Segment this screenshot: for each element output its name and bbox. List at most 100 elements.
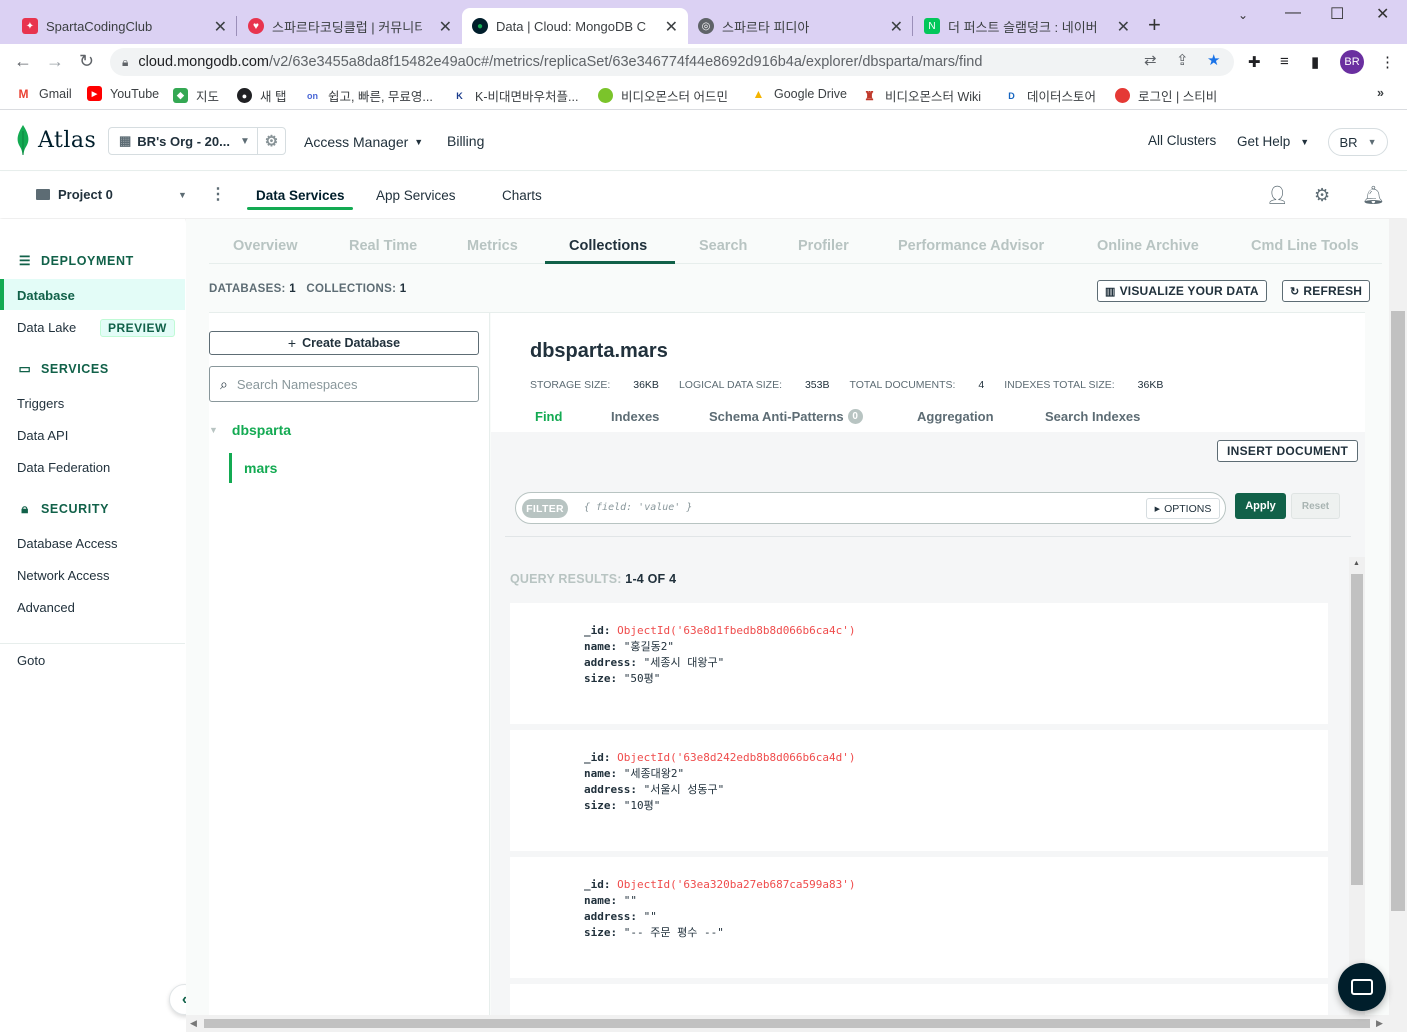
tab-profiler[interactable]: Profiler <box>798 238 849 254</box>
tab-performance-advisor[interactable]: Performance Advisor <box>898 238 1044 254</box>
invite-user-icon[interactable]: 👤︎ <box>1266 185 1289 206</box>
sidebar-item-database[interactable]: Database <box>17 288 75 303</box>
maximize-icon[interactable]: ☐ <box>1330 4 1344 24</box>
bookmark-onoff[interactable]: on 쉽고, 빠른, 무료영... <box>305 86 433 105</box>
share-icon[interactable]: ⇪ <box>1176 51 1189 69</box>
tab-real-time[interactable]: Real Time <box>349 238 417 254</box>
subtab-indexes[interactable]: Indexes <box>611 409 659 424</box>
tab-online-archive[interactable]: Online Archive <box>1097 238 1199 254</box>
extensions-puzzle-icon[interactable]: ✚ <box>1248 53 1261 71</box>
horizontal-scrollbar-thumb[interactable] <box>204 1019 1370 1028</box>
page-scrollbar-thumb[interactable] <box>1391 311 1405 911</box>
document-card[interactable]: _id: ObjectId('63e8d242edb8b8d066b6ca4d'… <box>510 730 1328 851</box>
window-close-icon[interactable]: ✕ <box>1376 4 1389 24</box>
bookmark-new-tab[interactable]: ● 새 탭 <box>237 86 286 105</box>
tab-data-services[interactable]: Data Services <box>256 188 345 203</box>
bookmark-google-drive[interactable]: ▲ Google Drive <box>751 86 847 101</box>
minimize-icon[interactable]: — <box>1285 4 1301 22</box>
new-tab-icon[interactable]: + <box>1148 12 1161 38</box>
insert-document-button[interactable]: INSERT DOCUMENT <box>1217 440 1359 462</box>
document-card[interactable]: _id: ObjectId('63e8d1fbedb8b8d066b6ca4c'… <box>510 603 1328 724</box>
back-arrow-icon[interactable]: ← <box>14 51 32 72</box>
translate-icon[interactable]: ⇄ <box>1144 51 1157 69</box>
browser-tab-naver[interactable]: N 더 퍼스트 슬램덩크 : 네이버 ✕ <box>914 8 1140 44</box>
activity-feed-icon[interactable]: ⚙ <box>1314 185 1330 206</box>
org-selector[interactable]: ▦ BR's Org - 20... ▼ ⚙ <box>108 127 286 155</box>
bookmark-star-icon[interactable]: ★ <box>1207 51 1220 69</box>
sidebar-item-data-api[interactable]: Data API <box>17 428 68 443</box>
bookmark-kvoucher[interactable]: K K-비대면바우처플... <box>452 86 578 105</box>
close-tab-icon[interactable]: ✕ <box>214 17 227 37</box>
project-selector[interactable]: Project 0 <box>36 187 113 202</box>
browser-tab-pedia[interactable]: ◎ 스파르타 피디아 ✕ <box>688 8 913 44</box>
media-queue-icon[interactable]: ≡ <box>1280 53 1289 70</box>
tab-overview[interactable]: Overview <box>233 238 298 254</box>
close-tab-icon[interactable]: ✕ <box>665 17 678 37</box>
project-more-icon[interactable]: ⋮ <box>210 184 226 204</box>
subtab-schema-anti-patterns[interactable]: Schema Anti-Patterns 0 <box>709 409 863 424</box>
results-scrollbar-thumb[interactable] <box>1351 574 1363 885</box>
sidebar-item-network-access[interactable]: Network Access <box>17 568 109 583</box>
all-clusters-link[interactable]: All Clusters <box>1148 133 1216 148</box>
sidebar-item-advanced[interactable]: Advanced <box>17 600 75 615</box>
refresh-button[interactable]: ↻ REFRESH <box>1282 280 1371 302</box>
chevron-down-icon[interactable]: ▼ <box>178 190 187 200</box>
subtab-aggregation[interactable]: Aggregation <box>917 409 994 424</box>
scroll-up-icon[interactable]: ▲ <box>1353 560 1360 567</box>
side-panel-icon[interactable]: ▮ <box>1311 53 1319 71</box>
tab-cmd-line-tools[interactable]: Cmd Line Tools <box>1251 238 1359 254</box>
options-button[interactable]: ▶ OPTIONS <box>1146 498 1220 519</box>
search-namespaces-input[interactable]: ⌕ Search Namespaces <box>209 366 479 402</box>
bookmark-gmail[interactable]: M Gmail <box>16 86 72 101</box>
horizontal-scrollbar[interactable]: ◀ ▶ <box>186 1015 1389 1032</box>
database-tree-item[interactable]: ▼ dbsparta <box>209 422 291 438</box>
bookmark-maps[interactable]: ◆ 지도 <box>173 86 219 105</box>
atlas-logo[interactable]: Atlas <box>16 125 96 155</box>
notifications-bell-icon[interactable]: 🔔︎ <box>1362 185 1385 206</box>
results-scrollbar[interactable]: ▲ ▼ <box>1349 557 1365 1032</box>
browser-tab-sparta[interactable]: ✦ SpartaCodingClub ✕ <box>12 8 237 44</box>
sidebar-item-triggers[interactable]: Triggers <box>17 396 64 411</box>
browser-menu-icon[interactable]: ⋮ <box>1380 53 1395 71</box>
visualize-data-button[interactable]: ▥ VISUALIZE YOUR DATA <box>1097 280 1267 302</box>
tab-app-services[interactable]: App Services <box>376 188 456 203</box>
sidebar-item-data-lake[interactable]: Data Lake <box>17 320 76 335</box>
org-settings-gear-icon[interactable]: ⚙ <box>257 128 285 154</box>
tab-metrics[interactable]: Metrics <box>467 238 518 254</box>
page-scrollbar[interactable] <box>1389 219 1407 1032</box>
bookmark-datastore[interactable]: D 데이터스토어 <box>1004 86 1096 105</box>
bookmark-vm-admin[interactable]: 비디오몬스터 어드민 <box>598 86 728 105</box>
sidebar-item-goto[interactable]: Goto <box>17 653 45 668</box>
reset-button[interactable]: Reset <box>1291 493 1340 519</box>
browser-tab-community[interactable]: ♥ 스파르타코딩클럽 | 커뮤니티 ✕ <box>238 8 462 44</box>
bookmark-stibee[interactable]: 로그인 | 스티비 <box>1115 86 1217 105</box>
reload-icon[interactable]: ↻ <box>79 51 94 72</box>
filter-input[interactable]: { field: 'value' } <box>584 502 692 513</box>
tab-search[interactable]: Search <box>699 238 747 254</box>
bookmark-vm-wiki[interactable]: ♜ 비디오몬스터 Wiki <box>862 86 981 105</box>
subtab-search-indexes[interactable]: Search Indexes <box>1045 409 1140 424</box>
tab-collections[interactable]: Collections <box>569 238 647 254</box>
apply-button[interactable]: Apply <box>1235 493 1286 519</box>
url-bar[interactable]: 🔒︎ cloud.mongodb.com/v2/63e3455a8da8f154… <box>110 48 1234 76</box>
browser-tab-mongodb[interactable]: ● Data | Cloud: MongoDB Cloud ✕ <box>462 8 688 44</box>
scroll-right-icon[interactable]: ▶ <box>1376 1018 1383 1029</box>
more-bookmarks-icon[interactable]: » <box>1377 86 1384 100</box>
tab-charts[interactable]: Charts <box>502 188 542 203</box>
forward-arrow-icon[interactable]: → <box>46 51 64 72</box>
collection-tree-item[interactable]: mars <box>244 460 277 476</box>
document-card[interactable]: _id: ObjectId('63ea320ba27eb687ca599a83'… <box>510 857 1328 978</box>
subtab-find[interactable]: Find <box>535 409 562 424</box>
get-help-menu[interactable]: Get Help ▼ <box>1237 134 1309 149</box>
create-database-button[interactable]: + Create Database <box>209 331 479 355</box>
access-manager-menu[interactable]: Access Manager ▼ <box>304 134 423 150</box>
scroll-left-icon[interactable]: ◀ <box>190 1018 197 1029</box>
close-tab-icon[interactable]: ✕ <box>1117 17 1130 37</box>
profile-avatar[interactable]: BR <box>1340 50 1364 74</box>
sidebar-item-database-access[interactable]: Database Access <box>17 536 117 551</box>
close-tab-icon[interactable]: ✕ <box>890 17 903 37</box>
user-menu[interactable]: BR ▼ <box>1328 128 1388 156</box>
billing-link[interactable]: Billing <box>447 133 484 149</box>
tab-search-chevron-icon[interactable]: ⌄ <box>1238 8 1248 22</box>
bookmark-youtube[interactable]: ▶ YouTube <box>87 86 159 101</box>
